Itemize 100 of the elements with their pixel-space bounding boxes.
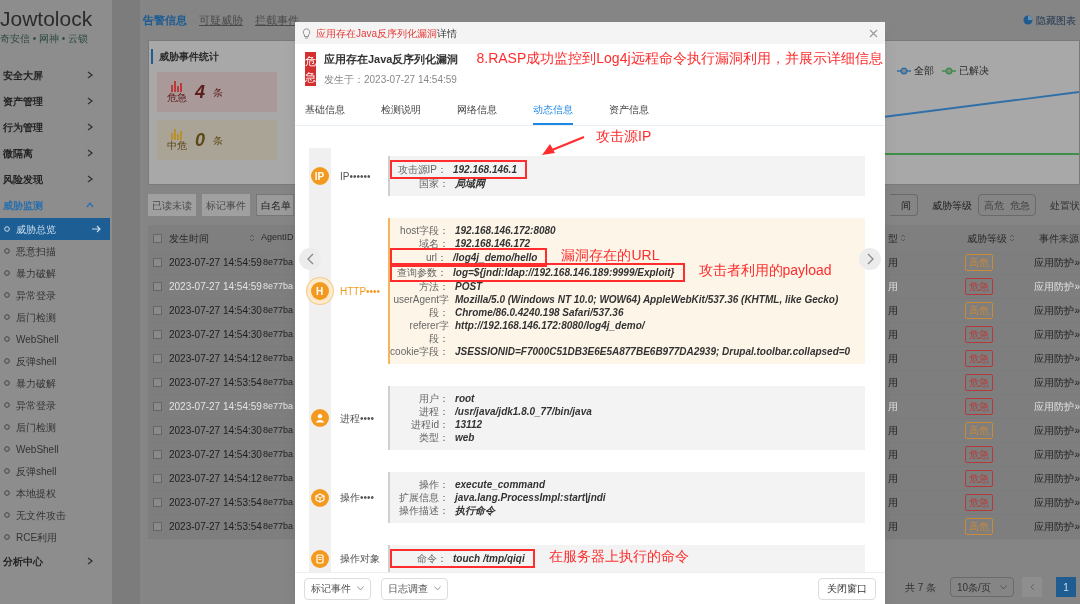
field-value: 192.168.146.172 <box>455 237 531 250</box>
hide-chart-link[interactable]: 隐藏图表 <box>1036 12 1076 28</box>
checkbox[interactable] <box>153 474 162 483</box>
level-option[interactable]: 高危 <box>984 197 1004 213</box>
time-cell-text: 2023-07-27 14:54:59 <box>168 400 263 414</box>
checkbox[interactable] <box>153 330 162 339</box>
checkbox[interactable] <box>153 378 162 387</box>
filter-label: 威胁等级 <box>932 198 972 213</box>
sidebar-subitem[interactable]: 反弹shell <box>0 350 110 372</box>
checkbox[interactable] <box>153 282 162 291</box>
dialog-tab[interactable]: 检测说明 <box>381 102 421 125</box>
dialog-tab[interactable]: 动态信息 <box>533 102 573 125</box>
checkbox[interactable] <box>153 450 162 459</box>
sidebar-subitem[interactable]: 暴力破解 <box>0 262 110 284</box>
checkbox[interactable] <box>153 426 162 435</box>
sidebar-subitem[interactable]: 异常登录 <box>0 394 110 416</box>
column-header[interactable]: 威胁等级 <box>967 230 1009 246</box>
sidebar-subitem[interactable]: WebShell <box>0 328 110 350</box>
annotation-arrow <box>540 135 586 157</box>
page-size-select[interactable]: 10条/页 <box>950 577 1014 597</box>
dropdown-button[interactable]: 标记事件 <box>304 577 371 600</box>
sidebar-subitem[interactable]: 威胁总览 <box>0 218 110 240</box>
type-cell-text: 用 <box>888 352 899 366</box>
column-header[interactable]: 事件来源 <box>1039 230 1079 246</box>
time-cell-text: 2023-07-27 14:54:30 <box>168 304 263 318</box>
field-value: 192.168.146.172:8080 <box>455 224 556 237</box>
dialog-tab[interactable]: 资产信息 <box>609 102 649 125</box>
type-cell-text: 用 <box>888 328 899 342</box>
sidebar-subitem[interactable]: 暴力破解 <box>0 372 110 394</box>
logo-tagline: 奇安信 • 网神 • 云锁 <box>0 32 90 46</box>
sidebar-subitem[interactable]: 恶意扫描 <box>0 240 110 262</box>
field-value: 192.168.146.1 <box>453 163 517 176</box>
bullet-icon <box>4 402 10 408</box>
severity-tag: 危急 <box>964 350 993 367</box>
checkbox[interactable] <box>153 402 162 411</box>
time-cell-text: 2023-07-27 14:54:30 <box>168 328 263 342</box>
time-filter-button[interactable]: 间 <box>890 194 918 216</box>
close-icon[interactable] <box>869 28 878 38</box>
level-option[interactable]: 危急 <box>1010 197 1030 213</box>
sidebar-subitem[interactable]: 后门检测 <box>0 306 110 328</box>
sidebar-item[interactable]: 行为管理 <box>0 114 112 140</box>
sidebar-subitem[interactable]: 异常登录 <box>0 284 110 306</box>
filter-button[interactable]: 已读未读 <box>148 194 196 216</box>
type-cell-text: 用 <box>888 400 899 414</box>
chevron-left-icon <box>1029 583 1035 591</box>
sidebar-subitem[interactable]: 本地提权 <box>0 482 110 504</box>
checkbox[interactable] <box>153 522 162 531</box>
dropdown-button[interactable]: 日志调查 <box>381 577 448 600</box>
sidebar-item[interactable]: 分析中心 <box>0 548 112 574</box>
field-label: 进程： <box>418 405 449 418</box>
bullet-icon <box>4 512 10 518</box>
dialog-tab[interactable]: 基础信息 <box>305 102 345 125</box>
field-label: cookie字段： <box>390 345 449 358</box>
previous-page-button[interactable] <box>1022 577 1042 597</box>
filter-button[interactable]: 标记事件 <box>202 194 250 216</box>
type-cell-text: 用 <box>888 448 899 462</box>
checkbox[interactable] <box>153 233 162 243</box>
checkbox[interactable] <box>153 498 162 507</box>
agent-id-cell-text: 8e77ba <box>263 519 294 533</box>
bullet-icon <box>4 380 10 386</box>
next-button[interactable] <box>859 248 881 270</box>
previous-button[interactable] <box>299 248 321 270</box>
caret-icon <box>357 586 364 591</box>
stat-card[interactable]: 中危 0 条 <box>157 120 277 160</box>
whitelist-field[interactable]: 白名单 <box>256 194 294 216</box>
page-button[interactable]: 1 <box>1056 577 1076 597</box>
sort-icon[interactable] <box>249 234 255 242</box>
time-cell-text: 2023-07-27 14:54:12 <box>168 352 263 366</box>
checkbox[interactable] <box>153 258 162 267</box>
checkbox[interactable] <box>153 306 162 315</box>
column-header[interactable]: 型 <box>888 230 900 246</box>
close-window-button[interactable]: 关闭窗口 <box>818 577 876 600</box>
sidebar-subitem[interactable]: 后门检测 <box>0 416 110 438</box>
column-header[interactable]: AgentID <box>261 231 294 245</box>
stat-card[interactable]: 危急 4 条 <box>157 72 277 112</box>
chevron-right-icon <box>86 175 94 183</box>
sidebar-subitem[interactable]: 反弹shell <box>0 460 110 482</box>
checkbox[interactable] <box>153 354 162 363</box>
sidebar-subitem[interactable]: 无文件攻击 <box>0 504 110 526</box>
severity-tag: 危急 <box>964 326 993 343</box>
source-cell-text: 应用防护» <box>1034 472 1080 486</box>
caret-icon <box>1000 584 1007 590</box>
sort-icon[interactable] <box>900 234 906 242</box>
level-segmented-control[interactable]: 高危 危急 <box>978 194 1036 216</box>
sidebar-subitem[interactable]: WebShell <box>0 438 110 460</box>
sort-icon[interactable] <box>1009 234 1015 242</box>
type-cell-text: 用 <box>888 280 899 294</box>
column-header[interactable]: 发生时间 <box>167 230 249 246</box>
dialog-tab[interactable]: 网络信息 <box>457 102 497 125</box>
time-cell-text: 2023-07-27 14:54:12 <box>168 472 263 486</box>
bullet-icon <box>4 468 10 474</box>
section-label: 操作•••• <box>340 491 375 505</box>
field-value: JSESSIONID=F7000C51DB3E6E5A877BE6B977DA2939; Drupal.toolbar.collapsed=0 <box>455 345 851 358</box>
sidebar-item[interactable]: 风险发现 <box>0 166 112 192</box>
severity-tag: 高危 <box>964 302 993 319</box>
sidebar-item[interactable]: 安全大屏 <box>0 62 112 88</box>
bullet-icon <box>4 248 10 254</box>
sidebar-subitem[interactable]: RCE利用 <box>0 526 110 548</box>
sidebar-item[interactable]: 微隔离 <box>0 140 112 166</box>
sidebar-item[interactable]: 资产管理 <box>0 88 112 114</box>
